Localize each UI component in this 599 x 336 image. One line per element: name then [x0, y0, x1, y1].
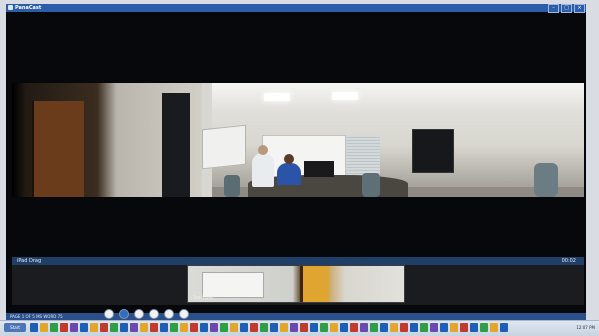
app-icon — [8, 5, 13, 10]
video-wall-tv — [412, 129, 454, 173]
control-button[interactable] — [104, 309, 114, 319]
taskbar-app-icon[interactable] — [200, 323, 208, 332]
taskbar-app-icon[interactable] — [340, 323, 348, 332]
thumbnail-label: Test Video — [193, 295, 214, 300]
taskbar-app-icon[interactable] — [80, 323, 88, 332]
control-button[interactable] — [134, 309, 144, 319]
taskbar-app-icon[interactable] — [50, 323, 58, 332]
video-ceiling-light — [332, 92, 358, 100]
video-chair — [224, 175, 240, 197]
taskbar-app-icon[interactable] — [180, 323, 188, 332]
close-button[interactable]: × — [574, 4, 585, 13]
taskbar-app-icon[interactable] — [110, 323, 118, 332]
video-thumbnail[interactable] — [187, 265, 405, 303]
video-chair — [362, 173, 380, 197]
maximize-button[interactable]: □ — [561, 4, 572, 13]
video-whiteboard — [202, 124, 246, 170]
taskbar-app-icon[interactable] — [40, 323, 48, 332]
status-text: PAGE 1 OF 5 MS WORD 75 — [10, 314, 63, 319]
window-controls: – □ × — [548, 4, 585, 13]
window-title: PanaCast — [15, 5, 42, 11]
video-monitor — [304, 161, 334, 177]
taskbar-app-icon[interactable] — [470, 323, 478, 332]
taskbar-app-icon[interactable] — [30, 323, 38, 332]
taskbar-app-icon[interactable] — [330, 323, 338, 332]
playback-controls — [104, 309, 189, 319]
taskbar-app-icon[interactable] — [140, 323, 148, 332]
taskbar-app-icon[interactable] — [450, 323, 458, 332]
taskbar-app-icon[interactable] — [250, 323, 258, 332]
video-person-head — [258, 145, 268, 155]
taskbar-app-icon[interactable] — [290, 323, 298, 332]
taskbar-items — [30, 323, 508, 332]
taskbar-app-icon[interactable] — [500, 323, 508, 332]
thumbnail-door — [300, 266, 329, 302]
title-bar[interactable] — [6, 4, 586, 12]
taskbar-app-icon[interactable] — [380, 323, 388, 332]
video-ceiling-light — [264, 93, 290, 101]
taskbar-app-icon[interactable] — [410, 323, 418, 332]
taskbar-app-icon[interactable] — [370, 323, 378, 332]
control-button[interactable] — [179, 309, 189, 319]
taskbar-app-icon[interactable] — [300, 323, 308, 332]
video-person — [252, 153, 274, 187]
play-button[interactable] — [119, 309, 129, 319]
taskbar-app-icon[interactable] — [360, 323, 368, 332]
tray-clock: 12:07 PM — [576, 325, 595, 330]
taskbar-app-icon[interactable] — [120, 323, 128, 332]
control-button[interactable] — [164, 309, 174, 319]
taskbar-app-icon[interactable] — [190, 323, 198, 332]
video-doorway — [162, 93, 190, 197]
taskbar-app-icon[interactable] — [310, 323, 318, 332]
video-edge-shadow — [12, 83, 26, 197]
taskbar-app-icon[interactable] — [240, 323, 248, 332]
taskbar-app-icon[interactable] — [460, 323, 468, 332]
taskbar-app-icon[interactable] — [70, 323, 78, 332]
taskbar-app-icon[interactable] — [490, 323, 498, 332]
taskbar-app-icon[interactable] — [280, 323, 288, 332]
taskbar-app-icon[interactable] — [270, 323, 278, 332]
video-door — [32, 101, 84, 197]
video-chair — [534, 163, 558, 197]
video-person — [277, 163, 301, 185]
start-button[interactable]: Start — [4, 323, 26, 332]
taskbar-app-icon[interactable] — [400, 323, 408, 332]
taskbar-app-icon[interactable] — [210, 323, 218, 332]
taskbar-app-icon[interactable] — [440, 323, 448, 332]
taskbar-app-icon[interactable] — [480, 323, 488, 332]
status-bar — [6, 313, 586, 320]
taskbar-app-icon[interactable] — [420, 323, 428, 332]
video-person-head — [284, 154, 294, 164]
taskbar-app-icon[interactable] — [100, 323, 108, 332]
speaker-time: 00:02 — [561, 258, 576, 264]
taskbar-app-icon[interactable] — [390, 323, 398, 332]
control-button[interactable] — [149, 309, 159, 319]
taskbar-app-icon[interactable] — [60, 323, 68, 332]
taskbar-app-icon[interactable] — [90, 323, 98, 332]
minimize-button[interactable]: – — [548, 4, 559, 13]
taskbar-app-icon[interactable] — [320, 323, 328, 332]
speaker-name: iPad Drag — [17, 258, 42, 264]
taskbar-app-icon[interactable] — [150, 323, 158, 332]
taskbar-app-icon[interactable] — [260, 323, 268, 332]
video-window-blinds — [346, 135, 380, 175]
taskbar-app-icon[interactable] — [430, 323, 438, 332]
main-video-feed[interactable] — [12, 83, 584, 197]
taskbar-app-icon[interactable] — [230, 323, 238, 332]
taskbar-app-icon[interactable] — [350, 323, 358, 332]
taskbar-app-icon[interactable] — [130, 323, 138, 332]
taskbar-app-icon[interactable] — [220, 323, 228, 332]
speaker-bar — [12, 257, 584, 265]
taskbar-app-icon[interactable] — [160, 323, 168, 332]
taskbar-app-icon[interactable] — [170, 323, 178, 332]
